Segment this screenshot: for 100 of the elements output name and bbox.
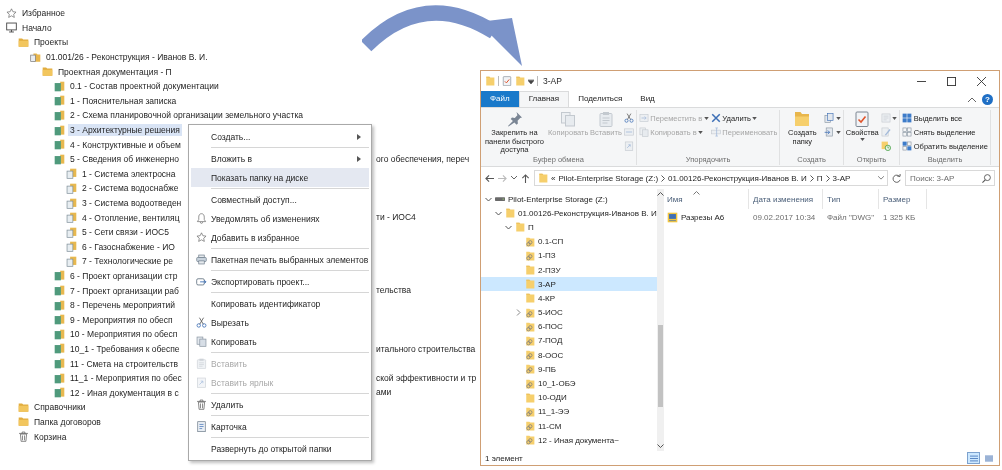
tree-item[interactable]: 2 - Схема планировочной организации земельного участка [68,109,306,122]
tree-item[interactable]: 8 - Перечень мероприятий [68,299,178,312]
nav-tree-item[interactable]: Pilot-Enterprise Storage (Z:) [481,192,657,207]
column-header[interactable]: Дата изменения [749,189,823,209]
tree-item[interactable]: 10_1 - Требования к обеспе [68,342,182,355]
tree-item[interactable]: 9 - Мероприятия по обесп [68,313,175,326]
nav-tree-item[interactable]: 0.1-СП [481,234,657,249]
caret-icon[interactable] [528,78,534,84]
tree-item[interactable]: 3 - Архитектурные решения [68,124,182,137]
nav-tree-item[interactable]: 10_1-ОБЭ [481,376,657,391]
scroll-up-icon[interactable] [656,192,664,196]
tree-item[interactable]: 4 - Конструктивные и объем [68,138,183,151]
details-view-button[interactable] [967,452,980,464]
tree-item[interactable]: Проектная документация - П [56,65,174,78]
ribbon-button[interactable] [824,112,841,124]
tree-item[interactable]: Корзина [32,430,69,443]
menu-item[interactable]: Удалить [191,395,369,414]
column-header[interactable]: Имя [663,189,749,209]
scroll-down-icon[interactable] [656,444,664,448]
nav-tree-item[interactable]: П [481,220,657,235]
scroll-thumb[interactable] [657,324,663,408]
tree-item[interactable]: 7 - Технологические ре [80,255,176,268]
breadcrumb[interactable]: П [816,173,823,183]
ribbon-tab[interactable]: Главная [518,91,570,107]
search-field[interactable]: Поиск: 3-АР [905,170,995,186]
breadcrumb[interactable]: 01.00126-Реконструкция-Иванов В. И [668,173,807,183]
ribbon-tab[interactable]: Поделиться [569,91,632,107]
menu-item[interactable]: Показать папку на диске [191,168,369,187]
nav-tree-item[interactable]: 5-ИОС [481,305,657,320]
minimize-button[interactable] [917,80,926,82]
ribbon-tab[interactable]: Файл [481,91,519,107]
folder-icon[interactable] [485,76,495,86]
tree-item[interactable]: Проекты [32,36,71,49]
nav-tree-item[interactable]: 2-ПЗУ [481,262,657,278]
menu-item[interactable]: Создать... [191,127,369,146]
caret-icon[interactable] [511,176,517,180]
address-bar[interactable]: « Pilot-Enterprise Storage (Z:) 01.00126-Реконструкция-Иванов В. И П 3-АР [534,170,888,186]
nav-tree-item[interactable]: 7-ПОД [481,333,657,349]
tree-item[interactable]: 4 - Отопление, вентиляц [80,211,182,224]
nav-tree-item[interactable]: 4-КР [481,291,657,306]
tree-item[interactable]: 01.001/26 - Реконструкция - Иванов В. И. [44,51,210,64]
menu-item[interactable]: Карточка [191,417,369,436]
nav-tree-item[interactable]: 8-ООС [481,348,657,363]
tree-item[interactable]: Папка договоров [32,415,103,428]
tree-item[interactable]: 5 - Сведения об инженерно [68,153,181,166]
tree-item[interactable]: 12 - Иная документация в с [68,386,181,399]
tree-item[interactable]: 1 - Пояснительная записка [68,94,179,107]
nav-tree-item[interactable]: 01.00126-Реконструкция-Иванов В. И [481,206,657,221]
nav-tree-item[interactable]: 6-ПОС [481,319,657,334]
close-button[interactable] [977,76,986,86]
ribbon-tab[interactable]: Вид [631,91,664,107]
help-button[interactable]: ? [982,93,993,105]
nav-tree-item[interactable]: 9-ПБ [481,362,657,377]
nav-tree-item[interactable]: 11_1-ЭЭ [481,404,657,419]
tree-item[interactable]: 3 - Система водоотведен [80,197,184,209]
maximize-button[interactable] [947,76,956,86]
tree-item[interactable]: Справочники [32,401,88,414]
tree-item[interactable]: 10 - Мероприятия по обесп [68,328,180,341]
nav-tree-item[interactable]: 10-ОДИ [481,390,657,405]
breadcrumb[interactable]: Pilot-Enterprise Storage (Z:) [558,173,659,183]
menu-item[interactable]: Уведомлять об изменениях [191,209,369,228]
folder-icon [18,37,29,48]
column-header[interactable]: Размер [879,189,927,209]
tree-item[interactable]: 6 - Газоснабжение - ИО [80,240,177,253]
file-name[interactable]: Разрезы А6 [681,212,725,222]
tree-item[interactable]: 11_1 - Мероприятия по обес [68,372,184,385]
properties-icon[interactable] [502,76,512,86]
tree-item[interactable]: 5 - Сети связи - ИОС5 [80,226,171,239]
scroll-bar[interactable] [656,189,664,451]
nav-tree-item[interactable]: 12 - Иная документа~ [481,433,657,448]
tree-item[interactable]: 2 - Система водоснабже [80,182,181,195]
tiles-view-button[interactable] [982,452,995,464]
menu-item[interactable]: Совместный доступ... [191,190,369,209]
nav-tree-item[interactable]: 1-ПЗ [481,248,657,263]
menu-item[interactable]: Копировать идентификатор [191,294,369,313]
nav-tree-item[interactable]: 11-СМ [481,419,657,434]
tree-item[interactable]: Избранное [20,7,68,20]
menu-item[interactable]: Пакетная печать выбранных элементов [191,250,369,269]
ribbon-button[interactable] [824,126,841,138]
breadcrumb[interactable]: 3-АР [832,173,851,183]
back-arrow-icon[interactable] [485,173,494,183]
up-arrow-icon[interactable] [521,173,530,183]
tree-item[interactable]: 7 - Проект организации раб [68,284,181,297]
tree-item[interactable]: Начало [20,21,54,34]
collapse-ribbon-icon[interactable] [968,96,976,102]
menu-item[interactable]: Добавить в избранное [191,228,369,247]
breadcrumb-overflow[interactable]: « [551,173,556,183]
column-header[interactable]: Тип [823,189,879,209]
menu-item[interactable]: Копировать [191,332,369,351]
menu-item[interactable]: Экспортировать проект... [191,272,369,291]
tree-item[interactable]: 6 - Проект организации стр [68,270,180,282]
nav-tree-item[interactable]: 3-АР [481,277,657,292]
menu-item[interactable]: Развернуть до открытой папки [191,439,369,458]
refresh-icon[interactable] [892,173,901,183]
ribbon-button[interactable] [623,112,634,124]
menu-item[interactable]: Вложить в [191,149,369,168]
menu-item[interactable]: Вырезать [191,313,369,332]
tree-item[interactable]: 1 - Система электросна [80,167,178,180]
tree-item[interactable]: 11 - Смета на строительств [68,357,181,370]
tree-item[interactable]: 0.1 - Состав проектной документации [68,80,221,93]
